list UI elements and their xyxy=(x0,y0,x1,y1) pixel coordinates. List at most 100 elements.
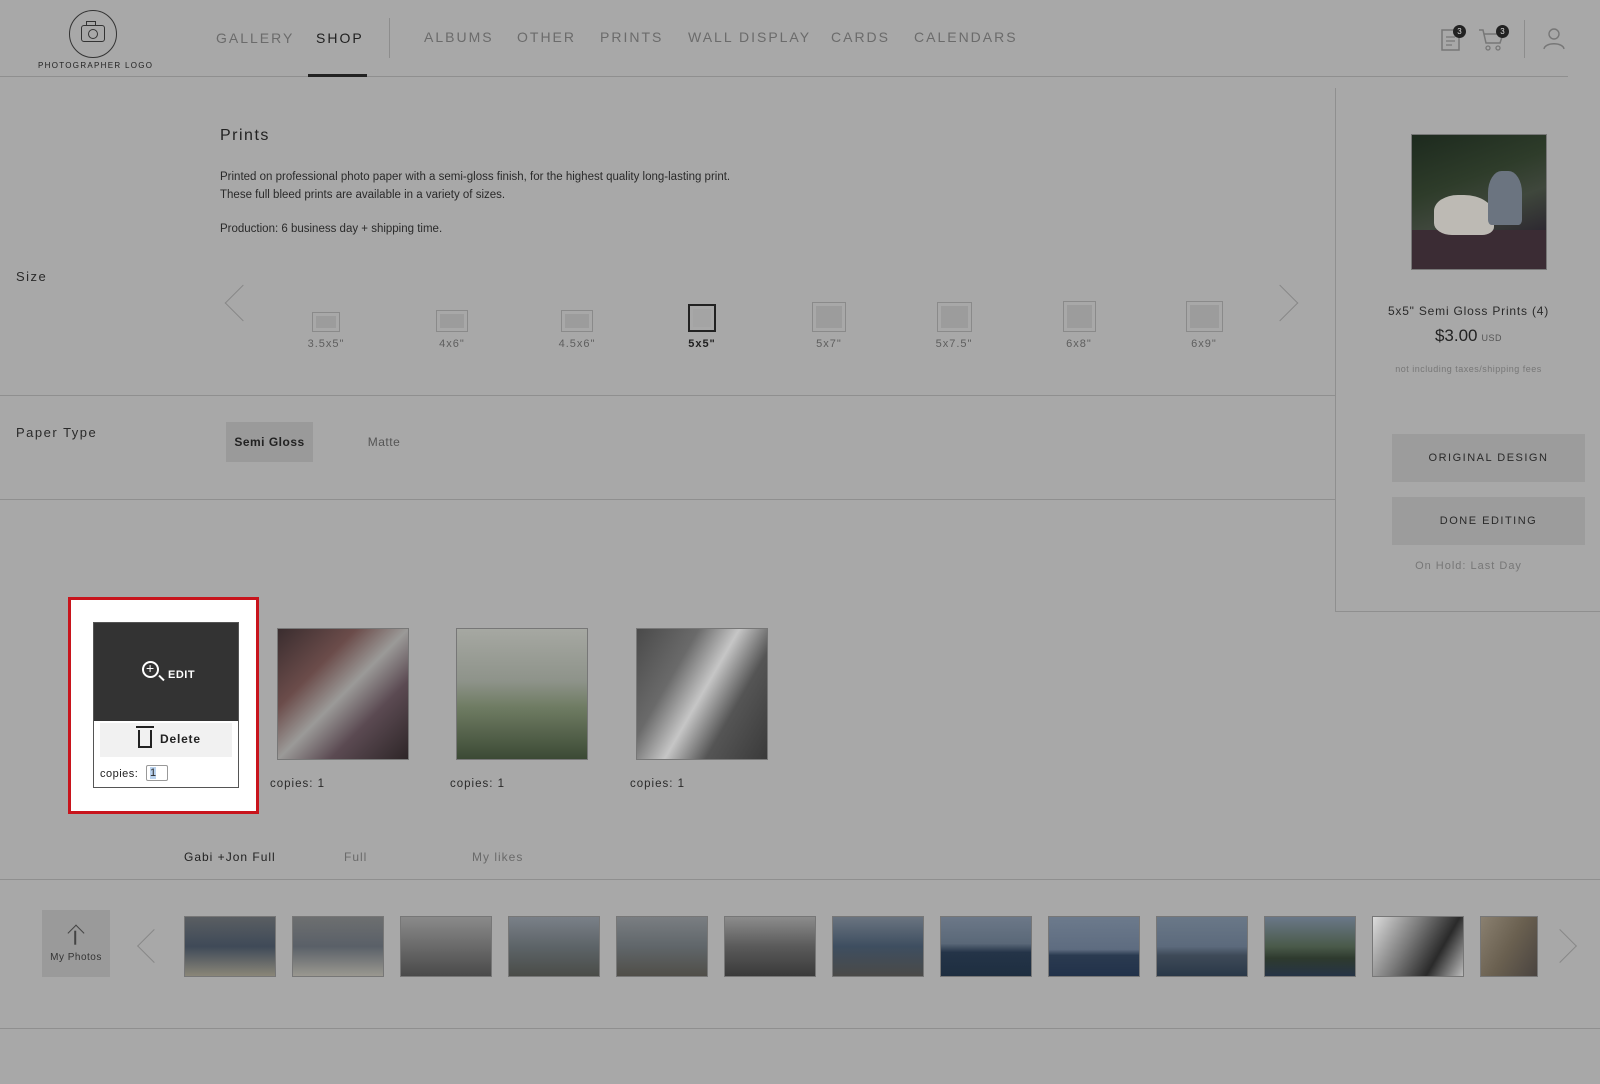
size-swatch xyxy=(936,302,972,332)
album-tab-my-likes[interactable]: My likes xyxy=(472,850,523,864)
filmstrip-photo[interactable] xyxy=(832,916,924,977)
size-prev-arrow[interactable] xyxy=(224,284,262,322)
size-swatch xyxy=(436,310,468,332)
nav-shop[interactable]: SHOP xyxy=(316,30,364,46)
upload-icon xyxy=(67,924,85,942)
size-option-5x7[interactable]: 5x7" xyxy=(789,302,869,350)
paper-option-semi-gloss[interactable]: Semi Gloss xyxy=(226,422,313,462)
photo-thumbnail[interactable] xyxy=(277,628,409,760)
filmstrip-photo[interactable] xyxy=(724,916,816,977)
product-title: Prints xyxy=(220,127,270,144)
header-divider xyxy=(1524,20,1525,58)
filmstrip-next-arrow[interactable] xyxy=(1543,929,1577,963)
size-option-label: 6x8" xyxy=(1066,338,1092,350)
production-time: Production: 6 business day + shipping ti… xyxy=(220,223,443,235)
copies-label: copies: xyxy=(100,768,139,780)
size-option-label: 4x6" xyxy=(439,338,465,350)
photo-thumbnail[interactable] xyxy=(456,628,588,760)
filmstrip-photo[interactable] xyxy=(940,916,1032,977)
filmstrip-photo[interactable] xyxy=(508,916,600,977)
size-swatch xyxy=(1062,301,1096,332)
photo-copies: copies: 1 xyxy=(630,778,686,790)
nav-calendars[interactable]: CALENDARS xyxy=(914,29,1018,45)
filmstrip-photo[interactable] xyxy=(1480,916,1538,977)
nav-other[interactable]: OTHER xyxy=(517,29,576,45)
copies-input-value: 1 xyxy=(150,767,157,779)
nav-divider xyxy=(389,18,390,58)
filmstrip-photo[interactable] xyxy=(184,916,276,977)
price-note: not including taxes/shipping fees xyxy=(1395,364,1542,374)
filmstrip-photo[interactable] xyxy=(1264,916,1356,977)
edit-label: EDIT xyxy=(168,669,196,681)
done-editing-button[interactable]: DONE EDITING xyxy=(1392,497,1585,545)
orders-badge: 3 xyxy=(1453,25,1466,38)
filmstrip-photo[interactable] xyxy=(616,916,708,977)
size-swatch xyxy=(812,302,846,332)
size-swatch xyxy=(561,310,593,332)
photo-edit-card: EDIT Delete copies: 1 xyxy=(93,622,239,788)
photo-thumbnail[interactable] xyxy=(636,628,768,760)
photo-copies: copies: 1 xyxy=(450,778,506,790)
logo-text: PHOTOGRAPHER LOGO xyxy=(38,61,154,70)
orders-button[interactable]: 3 xyxy=(1440,25,1466,57)
album-tab-full[interactable]: Full xyxy=(344,850,367,864)
copies-input[interactable]: 1 xyxy=(146,765,168,781)
filmstrip-photo[interactable] xyxy=(292,916,384,977)
trash-icon xyxy=(136,726,154,748)
filmstrip-prev-arrow[interactable] xyxy=(137,929,171,963)
hold-status: On Hold: Last Day xyxy=(1415,560,1522,572)
filmstrip-photo[interactable] xyxy=(1372,916,1464,977)
size-option-label: 6x9" xyxy=(1191,338,1217,350)
selected-photo-highlight: EDIT Delete copies: 1 xyxy=(68,597,259,814)
account-button[interactable] xyxy=(1542,26,1566,55)
size-option-6x8[interactable]: 6x8" xyxy=(1039,301,1119,350)
paper-option-matte[interactable]: Matte xyxy=(358,422,410,462)
product-description-line: These full bleed prints are available in… xyxy=(220,189,506,201)
size-option-4x6[interactable]: 4x6" xyxy=(412,310,492,350)
cart-button[interactable]: 3 xyxy=(1478,25,1509,57)
product-description: Printed on professional photo paper with… xyxy=(220,168,730,204)
nav-prints[interactable]: PRINTS xyxy=(600,29,663,45)
order-summary-panel: 5x5" Semi Gloss Prints (4) $3.00 USD not … xyxy=(1335,88,1600,612)
section-divider xyxy=(0,395,1335,396)
size-option-4-5x6[interactable]: 4.5x6" xyxy=(537,310,617,350)
size-option-6x9[interactable]: 6x9" xyxy=(1164,301,1244,350)
upload-label: My Photos xyxy=(50,952,102,963)
size-swatch xyxy=(1185,301,1223,332)
nav-wall-display[interactable]: WALL DISPLAY xyxy=(688,29,811,45)
photographer-logo[interactable]: PHOTOGRAPHER LOGO xyxy=(38,10,154,70)
nav-active-indicator xyxy=(308,74,367,77)
delete-photo-button[interactable]: Delete xyxy=(100,723,232,757)
album-tab-gabi-jon-full[interactable]: Gabi +Jon Full xyxy=(184,850,276,864)
size-option-5x5[interactable]: 5x5" xyxy=(662,304,742,350)
section-divider xyxy=(0,499,1335,500)
product-preview-image xyxy=(1411,134,1547,270)
edit-photo-button[interactable]: EDIT xyxy=(94,623,238,721)
nav-cards[interactable]: CARDS xyxy=(831,29,890,45)
filmstrip-photo[interactable] xyxy=(1156,916,1248,977)
size-option-label: 3.5x5" xyxy=(307,338,345,350)
zoom-in-icon xyxy=(142,660,159,678)
size-option-5x7-5[interactable]: 5x7.5" xyxy=(914,302,994,350)
size-option-label: 5x5" xyxy=(688,338,716,350)
size-next-arrow[interactable] xyxy=(1261,284,1299,322)
paper-type-label: Paper Type xyxy=(16,425,98,440)
filmstrip-photo[interactable] xyxy=(400,916,492,977)
cart-badge: 3 xyxy=(1496,25,1509,38)
summary-price: $3.00 USD xyxy=(1336,326,1600,346)
filmstrip-photo[interactable] xyxy=(1048,916,1140,977)
size-option-label: 5x7" xyxy=(816,338,842,350)
size-option-label: 4.5x6" xyxy=(558,338,596,350)
my-photos-upload-button[interactable]: My Photos xyxy=(42,910,110,977)
footer-divider xyxy=(0,1028,1600,1029)
size-option-3-5x5[interactable]: 3.5x5" xyxy=(286,312,366,350)
top-header: PHOTOGRAPHER LOGO GALLERY SHOP ALBUMS OT… xyxy=(0,0,1568,77)
nav-gallery[interactable]: GALLERY xyxy=(216,30,294,46)
delete-label: Delete xyxy=(160,732,201,746)
nav-albums[interactable]: ALBUMS xyxy=(424,29,494,45)
photo-copies: copies: 1 xyxy=(270,778,326,790)
original-design-button[interactable]: ORIGINAL DESIGN xyxy=(1392,434,1585,482)
size-swatch xyxy=(688,304,716,332)
size-label: Size xyxy=(16,269,48,284)
price-value: $3.00 xyxy=(1434,326,1478,345)
